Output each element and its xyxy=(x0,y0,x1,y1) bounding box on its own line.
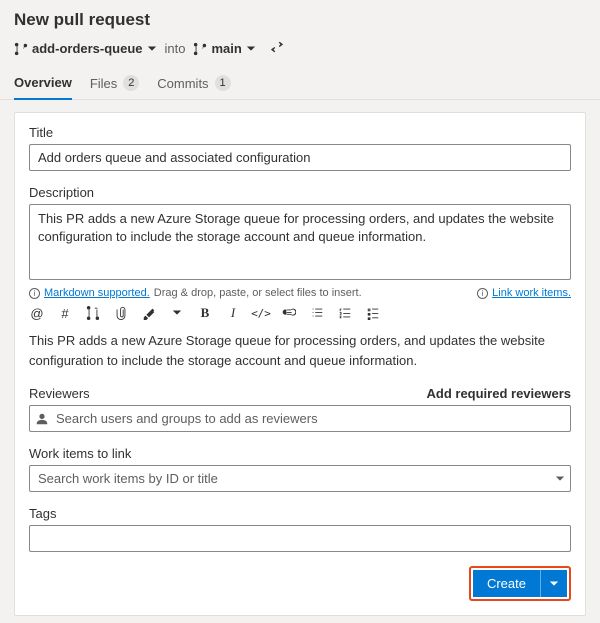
description-label: Description xyxy=(29,185,571,200)
tab-files[interactable]: Files 2 xyxy=(90,69,139,99)
italic-icon[interactable]: I xyxy=(225,305,241,321)
work-items-input[interactable] xyxy=(29,465,571,492)
create-dropdown-button[interactable] xyxy=(540,570,567,597)
title-input[interactable] xyxy=(29,144,571,171)
commits-count-badge: 1 xyxy=(215,75,231,91)
code-icon[interactable]: </> xyxy=(253,307,269,320)
tags-label: Tags xyxy=(29,506,571,521)
tab-overview[interactable]: Overview xyxy=(14,69,72,100)
description-textarea[interactable]: This PR adds a new Azure Storage queue f… xyxy=(29,204,571,280)
target-branch-name: main xyxy=(211,41,241,56)
work-items-dropdown-button[interactable] xyxy=(555,474,565,484)
tab-commits[interactable]: Commits 1 xyxy=(157,69,230,99)
info-icon: i xyxy=(29,288,40,299)
info-icon: i xyxy=(477,288,488,299)
title-label: Title xyxy=(29,125,571,140)
add-required-reviewers-link[interactable]: Add required reviewers xyxy=(427,386,572,401)
markdown-supported-link[interactable]: Markdown supported. xyxy=(44,287,150,299)
files-count-badge: 2 xyxy=(123,75,139,91)
create-button-highlight: Create xyxy=(469,566,571,601)
page-title: New pull request xyxy=(14,10,586,30)
reviewers-label: Reviewers xyxy=(29,386,90,401)
swap-icon xyxy=(270,40,284,54)
link-icon[interactable] xyxy=(281,306,297,320)
markdown-hint-suffix: Drag & drop, paste, or select files to i… xyxy=(154,287,362,299)
checklist-icon[interactable] xyxy=(365,306,381,320)
swap-branches-button[interactable] xyxy=(270,40,284,57)
reviewers-input[interactable] xyxy=(29,405,571,432)
branch-icon xyxy=(193,42,207,56)
tags-input[interactable] xyxy=(29,525,571,552)
branch-selector-row: add-orders-queue into main xyxy=(14,40,586,57)
markdown-toolbar: @ # B I </> xyxy=(29,305,571,321)
pr-form-card: Title Description This PR adds a new Azu… xyxy=(14,112,586,616)
tabs-bar: Overview Files 2 Commits 1 xyxy=(0,69,600,100)
target-branch-selector[interactable]: main xyxy=(193,41,255,56)
chevron-down-icon[interactable] xyxy=(169,308,185,318)
description-hints: i Markdown supported. Drag & drop, paste… xyxy=(29,287,571,299)
work-items-label: Work items to link xyxy=(29,446,571,461)
attach-icon[interactable] xyxy=(113,306,129,320)
person-icon xyxy=(35,412,49,426)
chevron-down-icon xyxy=(147,44,157,54)
bullet-list-icon[interactable] xyxy=(309,306,325,320)
chevron-down-icon xyxy=(555,474,565,484)
chevron-down-icon xyxy=(246,44,256,54)
chevron-down-icon xyxy=(549,579,559,589)
highlight-icon[interactable] xyxy=(141,306,157,320)
mention-icon[interactable]: @ xyxy=(29,306,45,321)
into-label: into xyxy=(165,41,186,56)
source-branch-name: add-orders-queue xyxy=(32,41,143,56)
source-branch-selector[interactable]: add-orders-queue xyxy=(14,41,157,56)
branch-icon xyxy=(14,42,28,56)
numbered-list-icon[interactable] xyxy=(337,306,353,320)
create-button[interactable]: Create xyxy=(473,570,540,597)
description-preview: This PR adds a new Azure Storage queue f… xyxy=(29,331,571,370)
hash-icon[interactable]: # xyxy=(57,306,73,321)
link-work-items-link[interactable]: Link work items. xyxy=(492,287,571,299)
pr-link-icon[interactable] xyxy=(85,306,101,320)
bold-icon[interactable]: B xyxy=(197,305,213,321)
